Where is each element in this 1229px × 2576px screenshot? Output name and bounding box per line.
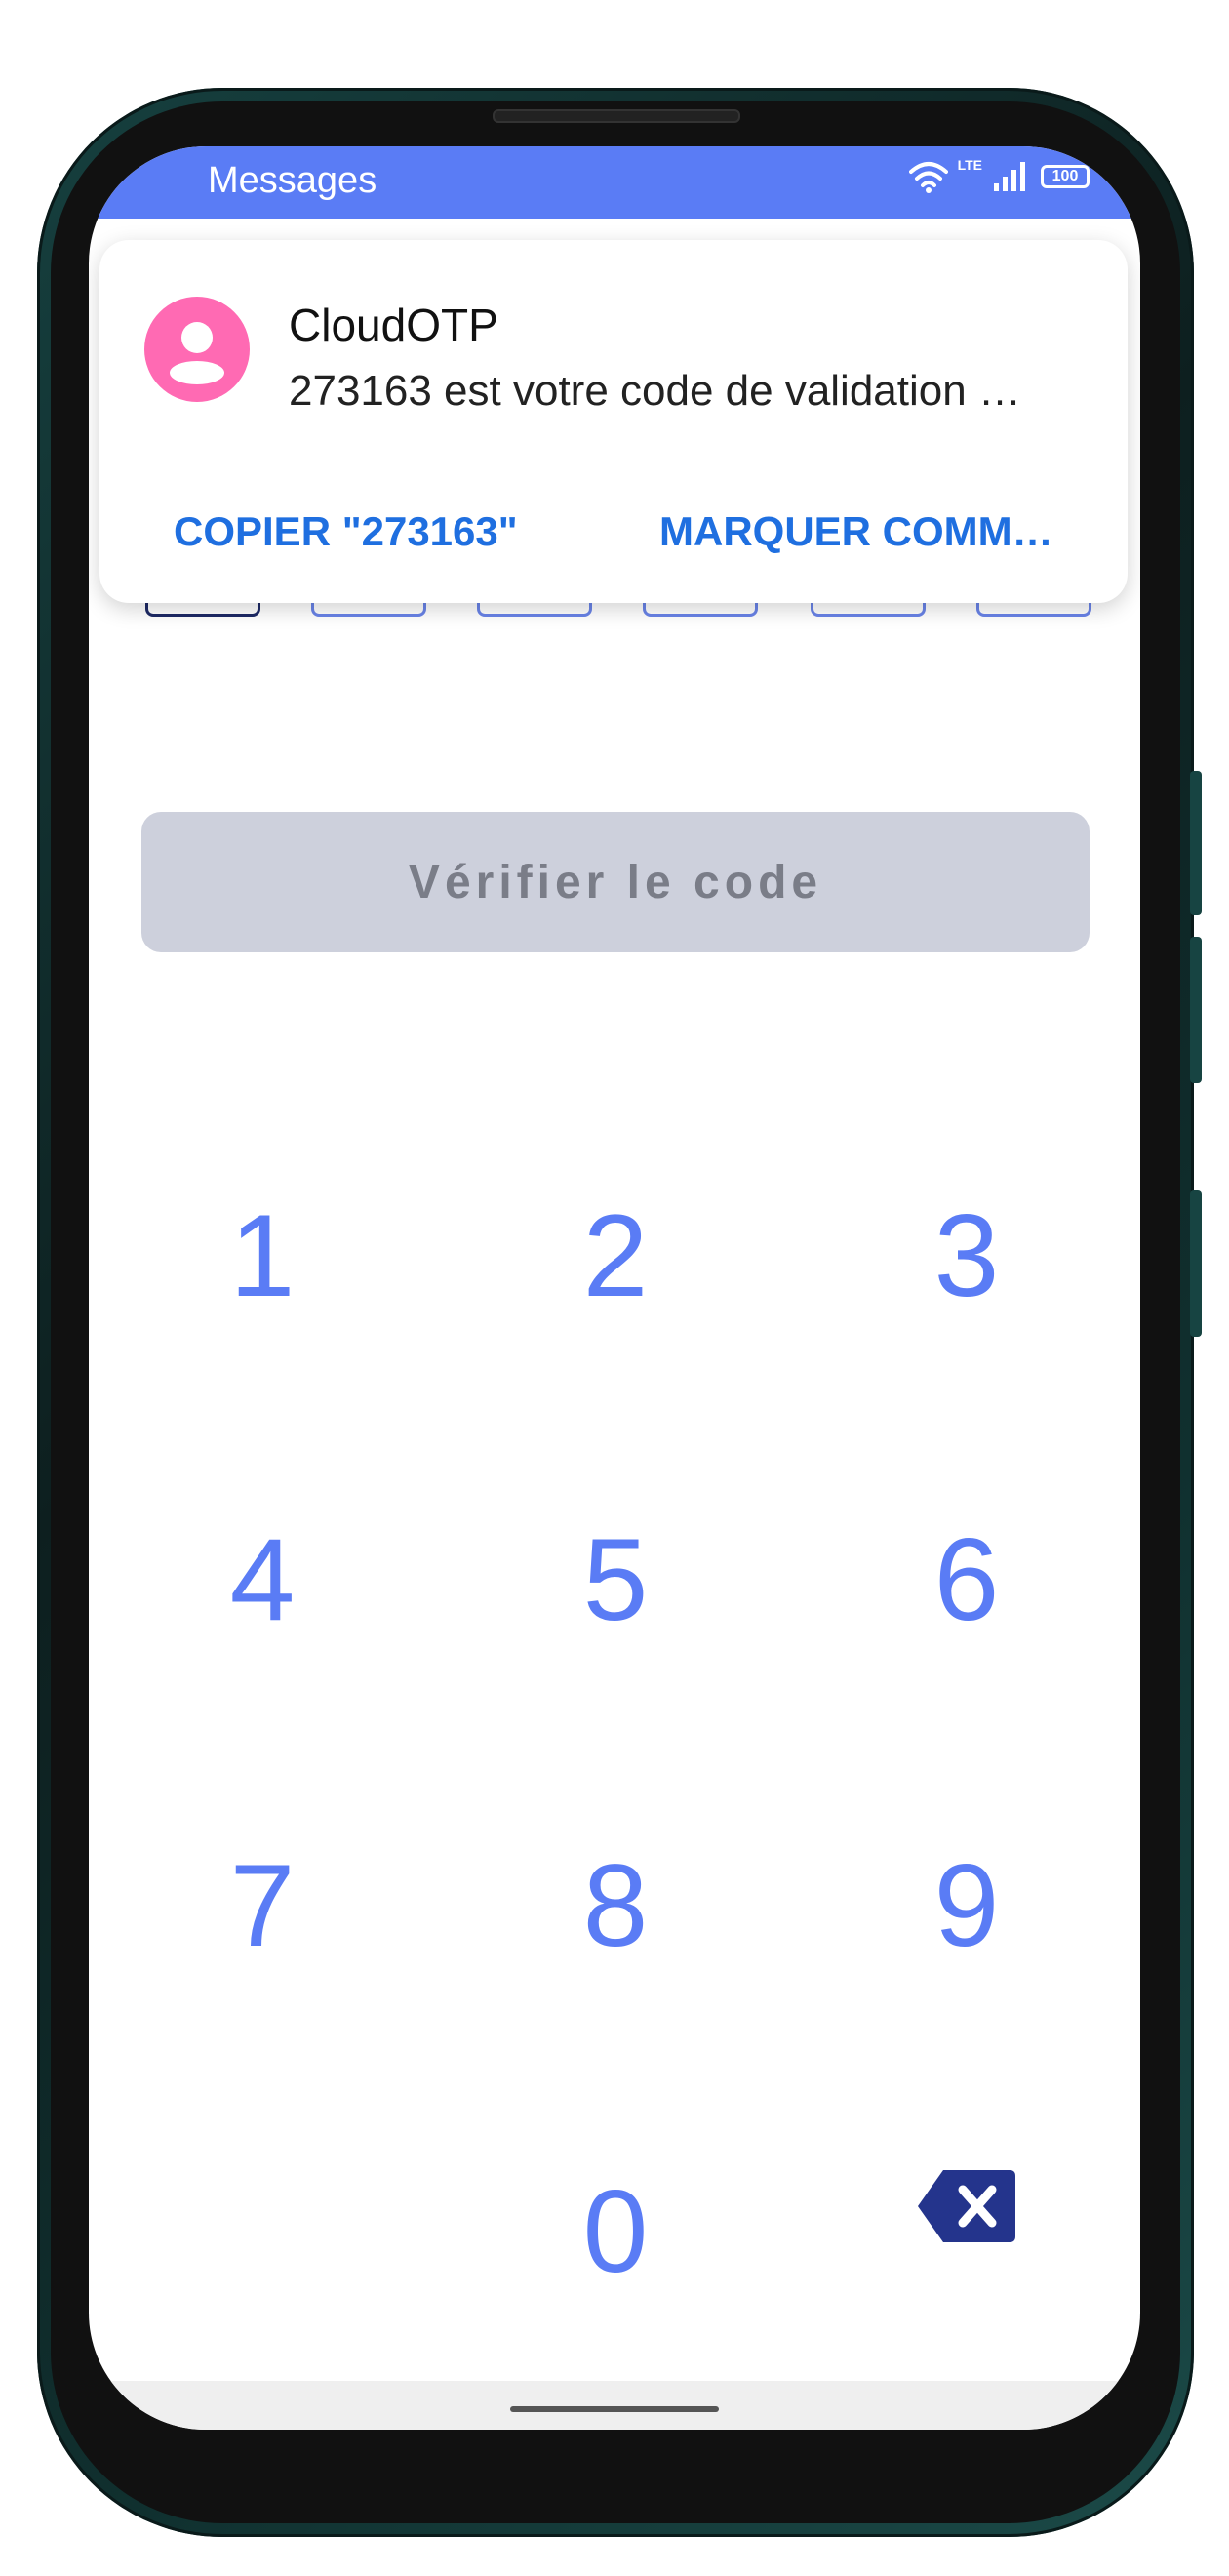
battery-icon: 100: [1041, 165, 1090, 188]
keypad-key-9[interactable]: 9: [850, 1832, 1084, 1979]
person-icon: [170, 322, 224, 384]
wifi-icon: [908, 162, 948, 193]
signal-icon: [994, 162, 1025, 191]
speaker-grille: [493, 109, 740, 123]
contact-avatar: [144, 297, 250, 402]
battery-level: 100: [1051, 168, 1079, 184]
phone-screen: Messages LTE 100 CloudOTP 273163 est vot…: [89, 146, 1140, 2430]
volume-down-button: [1190, 937, 1202, 1083]
keypad-key-3[interactable]: 3: [850, 1183, 1084, 1329]
copy-code-button[interactable]: COPIER "273163": [174, 508, 518, 555]
keypad-key-4[interactable]: 4: [145, 1507, 379, 1653]
home-indicator[interactable]: [510, 2406, 719, 2412]
verify-code-label: Vérifier le code: [408, 856, 823, 908]
stage: Messages LTE 100 CloudOTP 273163 est vot…: [0, 0, 1229, 2576]
keypad-key-5[interactable]: 5: [498, 1507, 733, 1653]
notification-sender: CloudOTP: [289, 300, 498, 350]
status-icons: LTE 100: [908, 157, 1090, 193]
keypad-key-7[interactable]: 7: [145, 1832, 379, 1979]
verify-code-button[interactable]: Vérifier le code: [141, 812, 1090, 952]
lte-label: LTE: [957, 157, 982, 173]
backspace-icon: [918, 2170, 1015, 2242]
keypad-key-6[interactable]: 6: [850, 1507, 1084, 1653]
keypad-key-2[interactable]: 2: [498, 1183, 733, 1329]
volume-up-button: [1190, 771, 1202, 915]
status-bar: Messages LTE 100: [89, 146, 1140, 219]
keypad-key-1[interactable]: 1: [145, 1183, 379, 1329]
sms-notification[interactable]: CloudOTP 273163 est votre code de valida…: [99, 240, 1128, 603]
keypad-key-8[interactable]: 8: [498, 1832, 733, 1979]
backspace-button[interactable]: [916, 2168, 1017, 2244]
notification-message: 273163 est votre code de validation …: [289, 367, 1021, 415]
status-app-name: Messages: [208, 160, 377, 201]
keypad-key-0[interactable]: 0: [498, 2158, 733, 2305]
power-button: [1190, 1190, 1202, 1337]
mark-as-read-button[interactable]: MARQUER COMM…: [659, 508, 1053, 555]
navigation-bar: [89, 2381, 1140, 2430]
